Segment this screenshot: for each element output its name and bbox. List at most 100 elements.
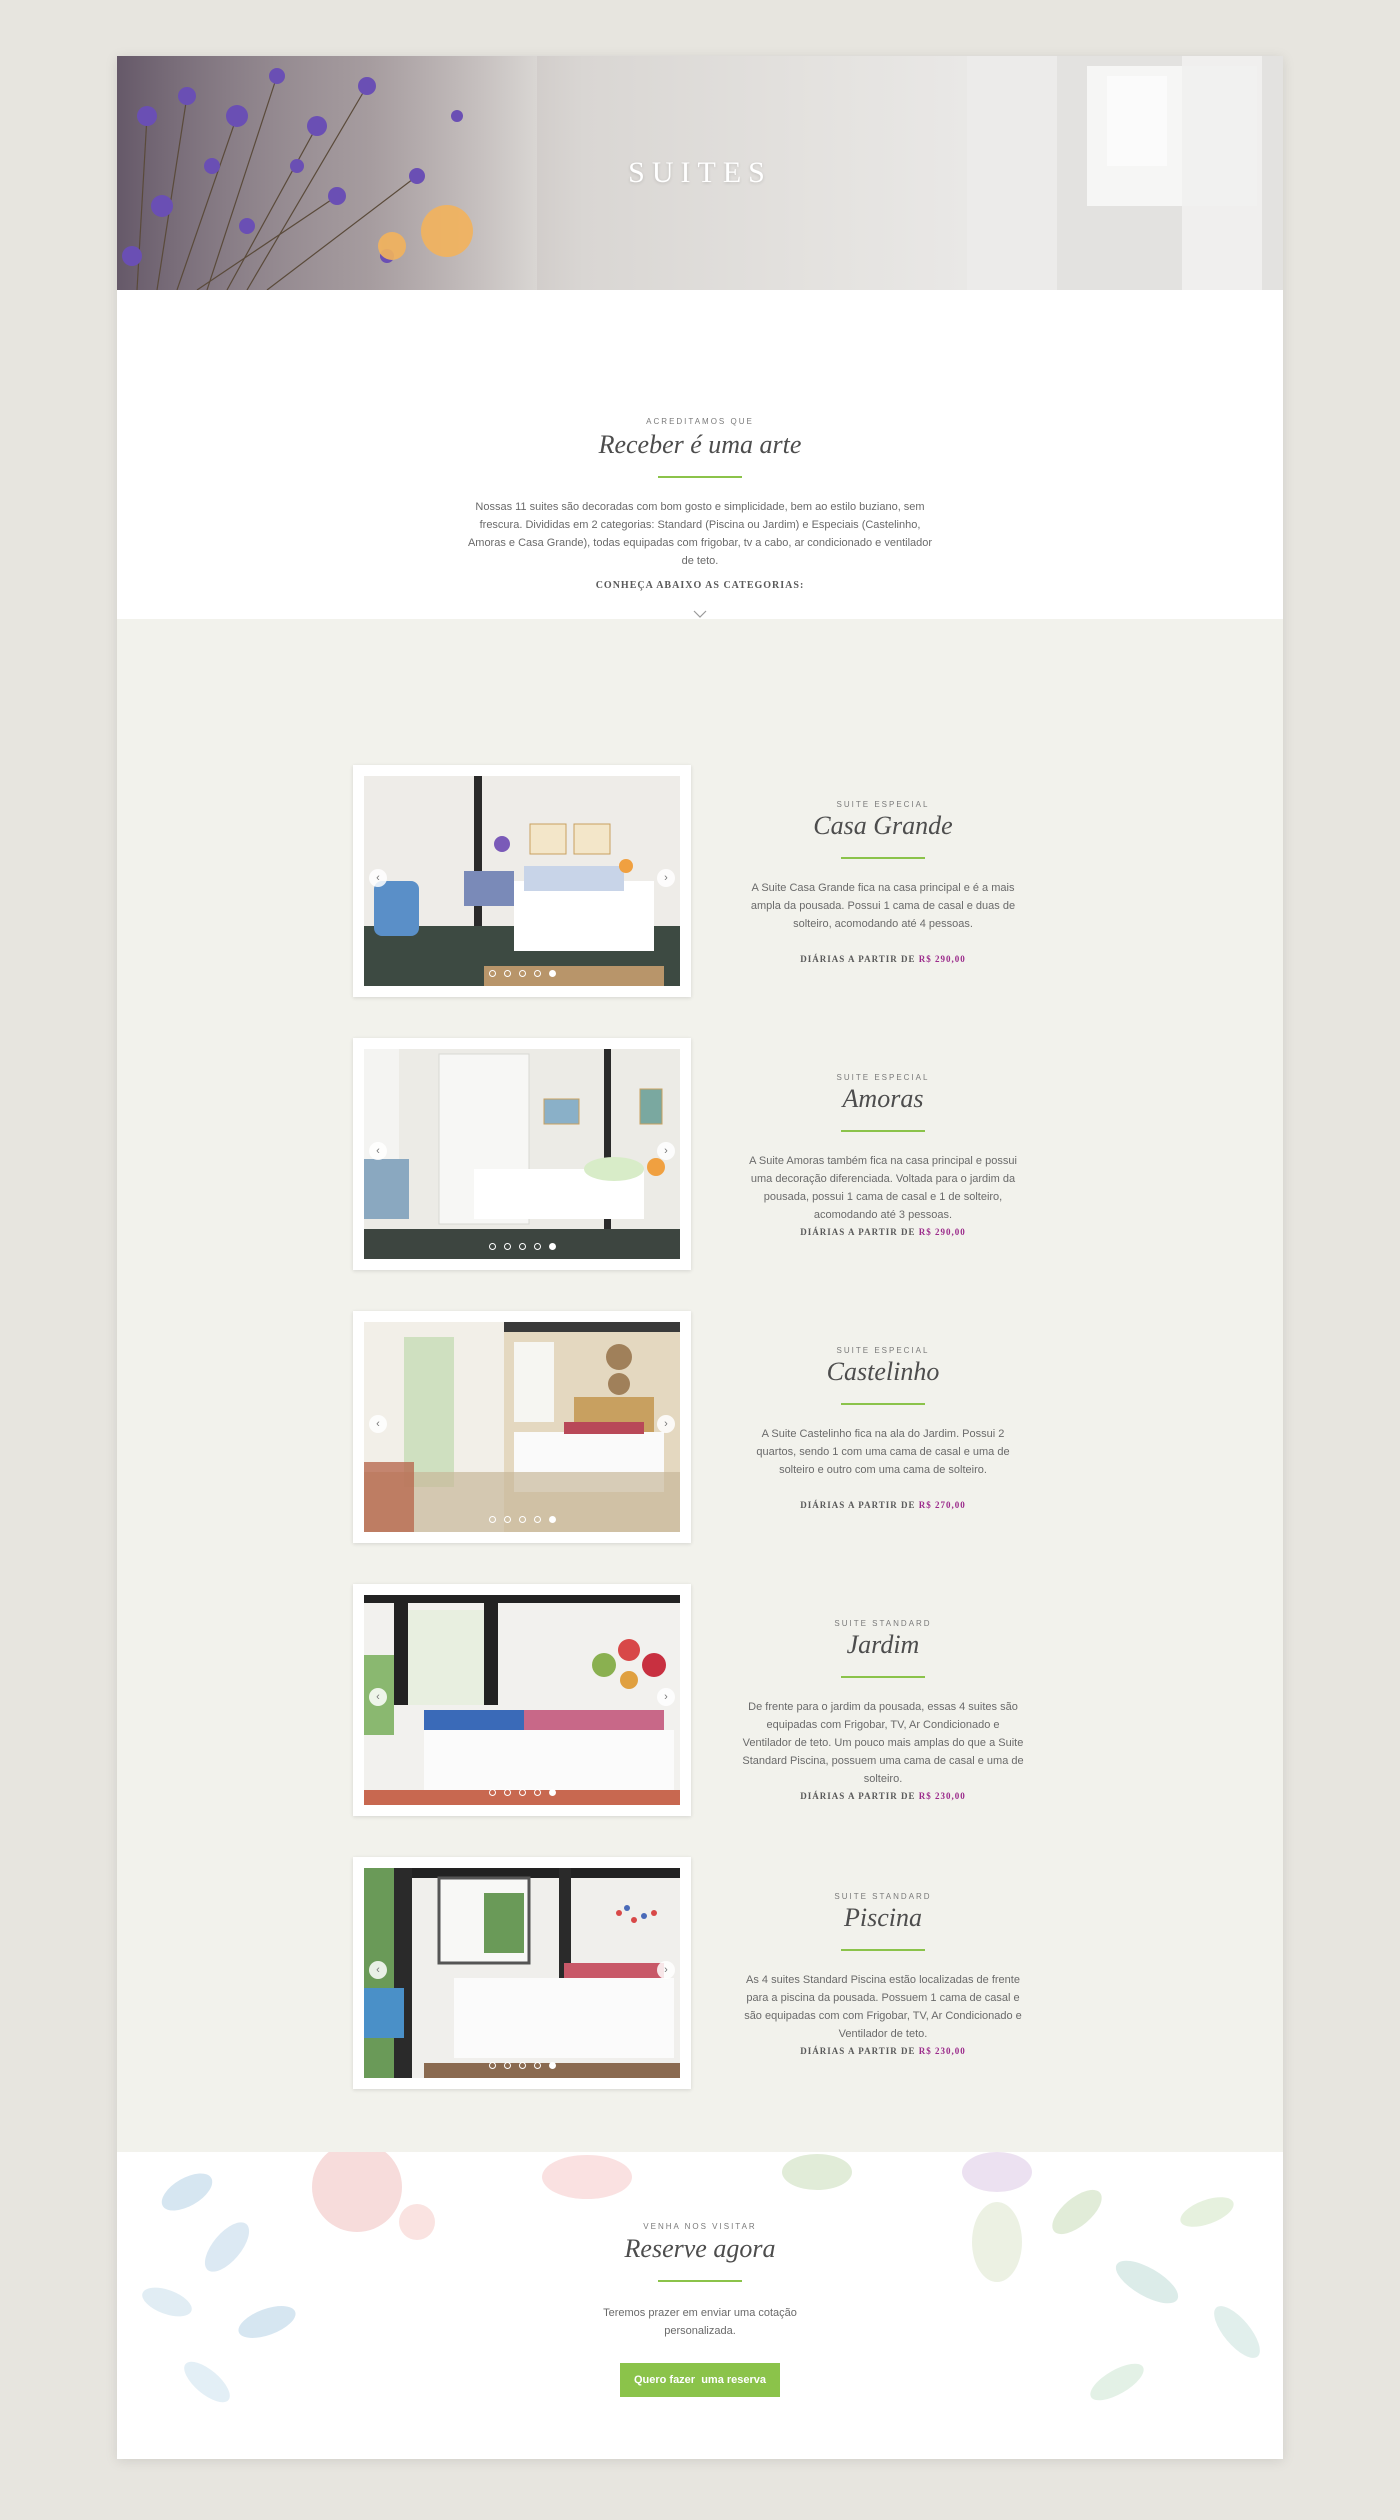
carousel-dots <box>364 1516 680 1523</box>
suite-divider <box>841 857 925 859</box>
carousel-dot[interactable] <box>533 1243 541 1250</box>
intro-section: ACREDITAMOS QUE Receber é uma arte Nossa… <box>117 290 1283 619</box>
suite-name: Castelinho <box>826 1357 940 1386</box>
carousel-dot[interactable] <box>533 1789 541 1796</box>
reserve-text: Teremos prazer em enviar uma cotação per… <box>603 2307 797 2337</box>
carousel-dot[interactable] <box>503 1789 511 1796</box>
suite-name: Casa Grande <box>813 811 953 840</box>
reserve-section: VENHA NOS VISITAR Reserve agora Teremos … <box>117 2152 1283 2459</box>
price-prefix: DIÁRIAS A PARTIR DE <box>800 954 916 964</box>
suite-divider <box>841 1130 925 1132</box>
reserve-title: Reserve agora <box>624 2234 776 2263</box>
carousel-dot[interactable] <box>533 970 541 977</box>
price-prefix: DIÁRIAS A PARTIR DE <box>800 1227 916 1237</box>
suite-name: Jardim <box>846 1630 920 1659</box>
carousel-prev-button[interactable]: ‹ <box>369 1688 387 1706</box>
chevron-right-icon: › <box>664 1691 668 1703</box>
reserve-button[interactable]: Quero fazer uma reserva <box>620 2363 780 2397</box>
suite-name: Amoras <box>842 1084 924 1113</box>
carousel-dot-active[interactable] <box>548 1243 556 1250</box>
suite-price: DIÁRIAS A PARTIR DE R$ 290,00 <box>733 954 1033 964</box>
price-prefix: DIÁRIAS A PARTIR DE <box>800 2046 916 2056</box>
chevron-right-icon: › <box>664 1418 668 1430</box>
intro-divider <box>658 476 742 478</box>
suite-carousel: ‹ › <box>353 765 691 997</box>
suite-description: A Suite Casa Grande fica na casa princip… <box>750 882 1016 930</box>
price-value: R$ 270,00 <box>918 1500 966 1510</box>
suite-description: As 4 suites Standard Piscina estão local… <box>744 1974 1022 2040</box>
carousel-next-button[interactable]: › <box>657 1415 675 1433</box>
carousel-next-button[interactable]: › <box>657 1142 675 1160</box>
suites-section: ‹ › SUITE ESPECIAL Casa Grande A Suite C… <box>117 619 1283 2152</box>
suite-photo[interactable]: ‹ › <box>364 1595 680 1805</box>
carousel-prev-button[interactable]: ‹ <box>369 1961 387 1979</box>
chevron-right-icon: › <box>664 1145 668 1157</box>
chevron-left-icon: ‹ <box>376 1964 380 1976</box>
price-value: R$ 230,00 <box>918 1791 966 1801</box>
carousel-prev-button[interactable]: ‹ <box>369 869 387 887</box>
suite-photo[interactable]: ‹ › <box>364 1868 680 2078</box>
carousel-dot[interactable] <box>533 2062 541 2069</box>
carousel-dot[interactable] <box>488 970 496 977</box>
carousel-dot[interactable] <box>518 1243 526 1250</box>
carousel-dot[interactable] <box>488 1516 496 1523</box>
suite-carousel: ‹ › <box>353 1311 691 1543</box>
hero-title: SUITES <box>628 156 772 189</box>
suite-card: ‹ › SUITE ESPECIAL Amoras A Suite Amoras… <box>353 1038 1033 1270</box>
suite-name: Piscina <box>844 1903 922 1932</box>
carousel-dot[interactable] <box>503 1516 511 1523</box>
hero-banner: SUITES <box>117 56 1283 290</box>
suite-carousel: ‹ › <box>353 1584 691 1816</box>
carousel-dot[interactable] <box>518 1789 526 1796</box>
price-value: R$ 230,00 <box>918 2046 966 2056</box>
suite-category: SUITE ESPECIAL <box>836 800 930 809</box>
carousel-prev-button[interactable]: ‹ <box>369 1142 387 1160</box>
carousel-dot-active[interactable] <box>548 970 556 977</box>
carousel-prev-button[interactable]: ‹ <box>369 1415 387 1433</box>
carousel-dot[interactable] <box>503 2062 511 2069</box>
suite-category: SUITE ESPECIAL <box>836 1346 930 1355</box>
carousel-next-button[interactable]: › <box>657 869 675 887</box>
chevron-left-icon: ‹ <box>376 1691 380 1703</box>
carousel-next-button[interactable]: › <box>657 1961 675 1979</box>
reserve-eyebrow: VENHA NOS VISITAR <box>643 2222 757 2231</box>
carousel-dot[interactable] <box>518 970 526 977</box>
carousel-dot[interactable] <box>533 1516 541 1523</box>
carousel-dot[interactable] <box>503 970 511 977</box>
suite-carousel: ‹ › <box>353 1857 691 2089</box>
price-value: R$ 290,00 <box>918 954 966 964</box>
suite-divider <box>841 1403 925 1405</box>
suite-photo[interactable]: ‹ › <box>364 1322 680 1532</box>
suite-price: DIÁRIAS A PARTIR DE R$ 230,00 <box>733 2046 1033 2056</box>
suite-card: ‹ › SUITE ESPECIAL Castelinho A Suite Ca… <box>353 1311 1033 1543</box>
intro-description: Nossas 11 suites são decoradas com bom g… <box>467 501 933 567</box>
suite-description: A Suite Castelinho fica na ala do Jardim… <box>756 1428 1010 1476</box>
carousel-dot[interactable] <box>488 2062 496 2069</box>
carousel-dot-active[interactable] <box>548 1789 556 1796</box>
carousel-dot[interactable] <box>488 1243 496 1250</box>
suite-category: SUITE STANDARD <box>834 1892 932 1901</box>
suite-card: ‹ › SUITE ESPECIAL Casa Grande A Suite C… <box>353 765 1033 997</box>
carousel-dot[interactable] <box>503 1243 511 1250</box>
suite-divider <box>841 1676 925 1678</box>
chevron-left-icon: ‹ <box>376 872 380 884</box>
suite-photo[interactable]: ‹ › <box>364 1049 680 1259</box>
price-prefix: DIÁRIAS A PARTIR DE <box>800 1500 916 1510</box>
intro-title: Receber é uma arte <box>598 430 802 459</box>
carousel-dots <box>364 970 680 977</box>
suite-description: A Suite Amoras também fica na casa princ… <box>749 1155 1017 1221</box>
carousel-dot-active[interactable] <box>548 2062 556 2069</box>
carousel-dot[interactable] <box>488 1789 496 1796</box>
suite-price: DIÁRIAS A PARTIR DE R$ 290,00 <box>733 1227 1033 1237</box>
price-prefix: DIÁRIAS A PARTIR DE <box>800 1791 916 1801</box>
carousel-next-button[interactable]: › <box>657 1688 675 1706</box>
carousel-dot-active[interactable] <box>548 1516 556 1523</box>
carousel-dot[interactable] <box>518 2062 526 2069</box>
suite-category: SUITE STANDARD <box>834 1619 932 1628</box>
suite-price: DIÁRIAS A PARTIR DE R$ 230,00 <box>733 1791 1033 1801</box>
price-value: R$ 290,00 <box>918 1227 966 1237</box>
carousel-dot[interactable] <box>518 1516 526 1523</box>
suite-divider <box>841 1949 925 1951</box>
suite-photo[interactable]: ‹ › <box>364 776 680 986</box>
reserve-divider <box>658 2280 742 2282</box>
